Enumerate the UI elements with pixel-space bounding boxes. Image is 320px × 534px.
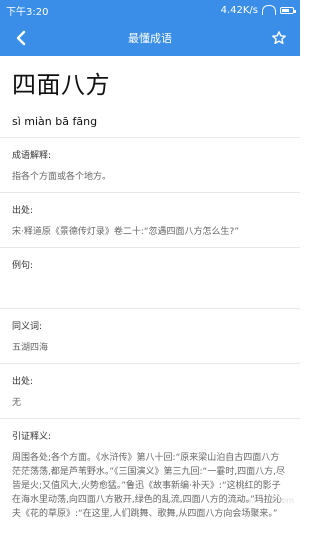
source-label: 出处: (12, 206, 34, 216)
watermark: www.it168.com (232, 496, 294, 505)
example-empty-space (12, 272, 288, 300)
status-right: 4.42K/s (220, 4, 296, 16)
section-divider (0, 308, 300, 309)
battery-icon (280, 6, 296, 14)
network-speed: 4.42K/s (220, 4, 258, 16)
favorite-button[interactable] (266, 25, 292, 51)
section-divider (0, 137, 300, 138)
section-divider (0, 247, 300, 248)
back-button[interactable] (8, 25, 34, 51)
citation-label: 引证释义: (12, 432, 52, 442)
idiom-title: 四面八方 (12, 71, 110, 99)
status-bar: 下午3:20 4.42K/s (0, 0, 300, 20)
source-text: 宋·释道原《景德传灯录》卷二十:“忽遇四面八方怎么生?” (12, 227, 239, 237)
definition-text: 指各个方面或各个地方。 (12, 172, 112, 182)
antonyms-label: 出处: (12, 377, 34, 387)
synonyms-label: 同义词: (12, 322, 43, 332)
section-divider (0, 363, 300, 364)
idiom-detail-content: 四面八方 sì miàn bā fāng 成语解释: 指各个方面或各个地方。 出… (0, 70, 300, 521)
definition-label: 成语解释: (12, 151, 52, 161)
back-arrow-icon (16, 30, 26, 46)
battery-level (282, 8, 289, 12)
app-screen: 下午3:20 4.42K/s 最懂成语 四面八方 sì miàn bā fāng… (0, 0, 300, 534)
page-title: 最懂成语 (128, 32, 172, 45)
top-navigation-bar: 最懂成语 (0, 20, 300, 56)
star-icon (272, 31, 286, 45)
idiom-pinyin: sì miàn bā fāng (12, 115, 98, 128)
section-divider (0, 192, 300, 193)
wifi-icon (262, 5, 276, 15)
antonyms-text: 无 (12, 398, 22, 408)
synonyms-text: 五湖四海 (12, 343, 49, 353)
example-label: 例句: (12, 261, 34, 271)
status-time: 下午3:20 (6, 6, 49, 18)
section-divider (0, 418, 300, 419)
